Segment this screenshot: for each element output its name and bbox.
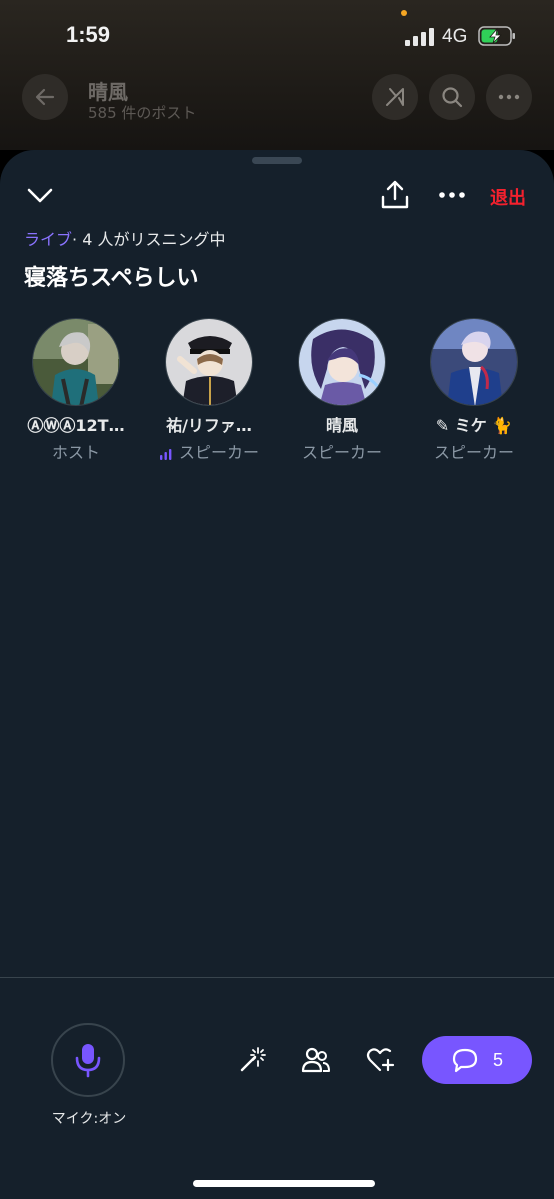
reaction-button[interactable] <box>364 1043 398 1077</box>
participant-speaker-1[interactable]: 祐/リファ… スピーカー <box>143 318 275 463</box>
people-button[interactable] <box>299 1043 333 1077</box>
participant-role: ホスト <box>51 443 100 462</box>
grok-button[interactable] <box>372 74 418 120</box>
avatar <box>165 318 253 406</box>
participant-speaker-3[interactable]: ✎ ミケ 🐈 スピーカー <box>408 318 540 463</box>
speaking-indicator-icon <box>159 448 172 460</box>
home-indicator[interactable] <box>193 1180 375 1187</box>
share-button[interactable] <box>378 178 412 212</box>
participant-name: 祐/リファ… <box>166 416 252 435</box>
status-time: 1:59 <box>66 22 111 47</box>
participant-list: ⒶⓌⒶ12T… ホスト 祐/リファ… スピーカー 晴風 スピーカー ✎ ミケ 🐈… <box>0 318 554 462</box>
participant-name: ミケ <box>454 416 487 435</box>
live-label: ライブ <box>24 230 73 249</box>
sheet-grabber[interactable] <box>252 157 302 164</box>
battery-icon <box>478 26 516 46</box>
space-title: 寝落ちスペらしい <box>24 266 199 291</box>
leave-button[interactable]: 退出 <box>490 184 526 210</box>
participant-role: スピーカー <box>178 443 259 462</box>
share-icon <box>381 180 409 209</box>
privacy-indicator <box>401 10 407 16</box>
back-arrow-icon <box>35 88 55 106</box>
status-bar: 1:59 4G <box>0 0 554 70</box>
comments-button[interactable]: 5 <box>422 1036 532 1084</box>
profile-post-count: 585 件のポスト <box>88 104 197 122</box>
participant-role-row: スピーカー <box>143 439 275 463</box>
chevron-down-icon <box>27 188 53 203</box>
back-button[interactable] <box>22 74 68 120</box>
effects-button[interactable] <box>235 1043 269 1077</box>
avatar <box>298 318 386 406</box>
signal-icon <box>405 28 435 46</box>
participant-host[interactable]: ⒶⓌⒶ12T… ホスト <box>10 318 142 463</box>
profile-name: 晴風 <box>88 80 128 104</box>
participant-name: ⒶⓌⒶ12T… <box>27 416 125 435</box>
comment-bubble-icon <box>452 1048 478 1073</box>
controls-divider <box>0 977 554 978</box>
spaces-sheet: 退出 ライブ· 4 人がリスニング中 寝落ちスペらしい ⒶⓌⒶ12T… ホスト <box>0 150 554 1199</box>
heart-plus-icon <box>366 1048 395 1072</box>
search-button[interactable] <box>429 74 475 120</box>
more-dots-icon <box>498 94 520 100</box>
background-profile-header: 1:59 4G 晴風 585 件のポスト <box>0 0 554 150</box>
participant-speaker-2[interactable]: 晴風 スピーカー <box>276 318 408 463</box>
cat-emoji-icon: ✎ <box>435 416 450 435</box>
comment-count: 5 <box>492 1049 503 1070</box>
space-more-button[interactable] <box>436 182 468 208</box>
mic-status-label: マイク:オン <box>51 1111 127 1127</box>
magic-wand-icon <box>240 1047 266 1072</box>
profile-nav-bar: 晴風 585 件のポスト <box>0 70 554 130</box>
collapse-button[interactable] <box>24 182 56 208</box>
people-icon <box>301 1047 330 1073</box>
listener-count: · 4 人がリスニング中 <box>72 230 226 249</box>
cat-emoji-icon: 🐈 <box>492 416 513 435</box>
participant-name-row: ✎ ミケ 🐈 <box>408 412 540 436</box>
listener-status: ライブ· 4 人がリスニング中 <box>24 226 225 250</box>
network-type: 4G <box>442 26 468 47</box>
grok-icon <box>386 88 404 106</box>
avatar <box>32 318 120 406</box>
participant-role: スピーカー <box>301 443 382 462</box>
microphone-icon <box>75 1044 101 1078</box>
more-dots-icon <box>439 192 465 198</box>
mic-button[interactable] <box>51 1023 125 1097</box>
profile-more-button[interactable] <box>486 74 532 120</box>
participant-role: スピーカー <box>433 443 514 462</box>
search-icon <box>442 87 463 108</box>
avatar <box>430 318 518 406</box>
participant-name: 晴風 <box>325 416 358 435</box>
